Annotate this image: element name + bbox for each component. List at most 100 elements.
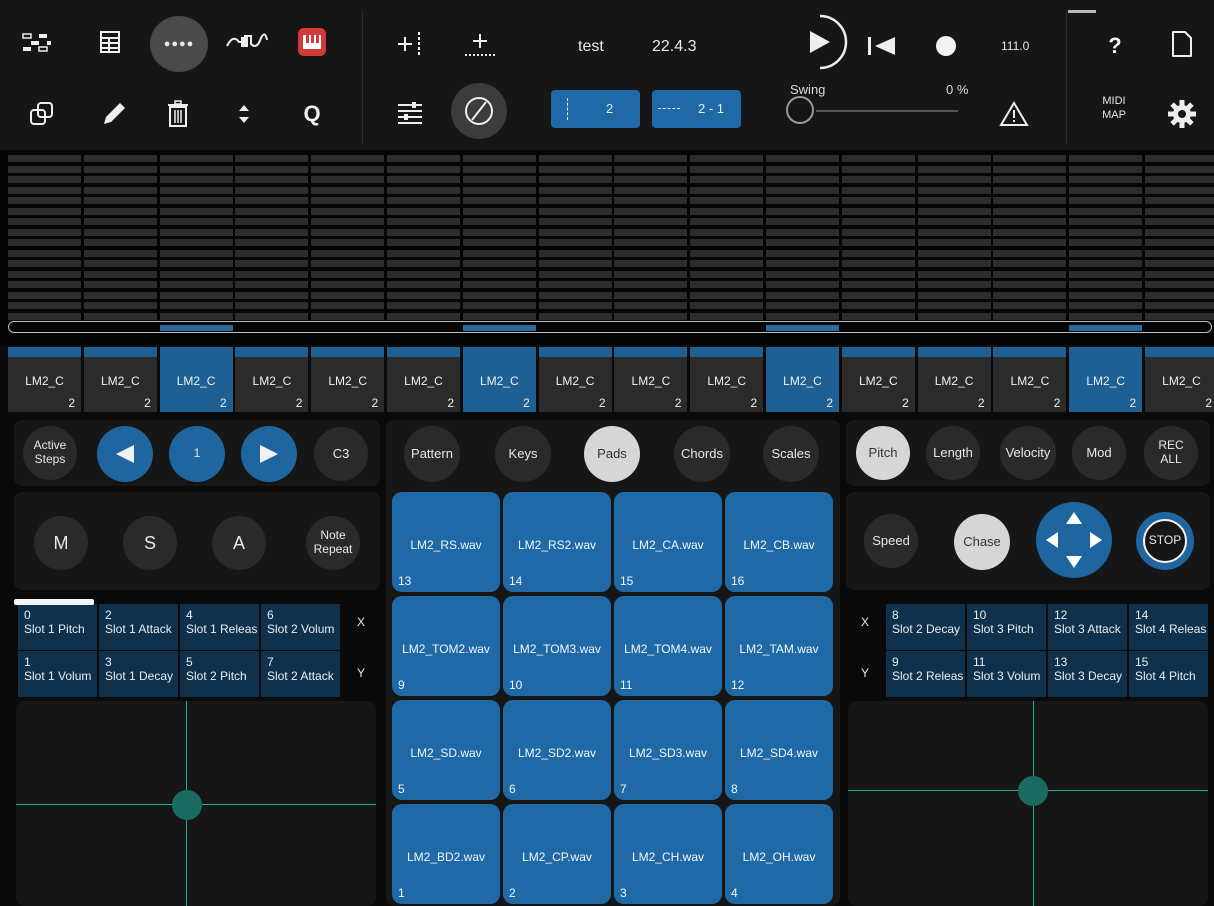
drum-pad[interactable]: LM2_SD4.wav 8	[725, 700, 833, 800]
drum-pad[interactable]: LM2_CP.wav 2	[503, 804, 611, 904]
meter-column[interactable]	[614, 150, 688, 345]
play-button[interactable]	[790, 12, 850, 72]
drum-pad[interactable]: LM2_RS2.wav 14	[503, 492, 611, 592]
param-slot[interactable]: 2 Slot 1 Attack	[99, 604, 178, 650]
meter-column[interactable]	[462, 150, 536, 345]
meter-column[interactable]	[8, 150, 81, 345]
meter-column[interactable]	[83, 150, 157, 345]
meter-column[interactable]	[235, 150, 309, 345]
param-slot[interactable]: 8 Slot 2 Decay	[886, 604, 965, 650]
drum-pad[interactable]: LM2_CB.wav 16	[725, 492, 833, 592]
param-slot[interactable]: 1 Slot 1 Volum	[18, 651, 97, 697]
meter-column[interactable]	[993, 150, 1067, 345]
drum-pad[interactable]: LM2_SD.wav 5	[392, 700, 500, 800]
pencil-icon[interactable]	[92, 92, 136, 136]
tab-pattern[interactable]: Pattern	[404, 426, 460, 482]
channel-strip[interactable]: LM2_C 2	[538, 347, 612, 412]
meter-column[interactable]	[311, 150, 385, 345]
meter-column[interactable]	[538, 150, 612, 345]
param-slot[interactable]: 5 Slot 2 Pitch	[180, 651, 259, 697]
speed-button[interactable]: Speed	[864, 514, 918, 568]
transpose-updown-icon[interactable]	[222, 92, 266, 136]
mute-button[interactable]: M	[34, 516, 88, 570]
channel-strip[interactable]: LM2_C 2	[841, 347, 915, 412]
mixer-list-icon[interactable]	[88, 20, 132, 64]
active-steps-button[interactable]: Active Steps	[23, 426, 77, 480]
drum-pad[interactable]: LM2_TOM2.wav 9	[392, 596, 500, 696]
tab-mod[interactable]: Mod	[1072, 426, 1126, 480]
param-slot[interactable]: 15 Slot 4 Pitch	[1129, 651, 1208, 697]
drum-pad[interactable]: LM2_TOM3.wav 10	[503, 596, 611, 696]
right-xy-pad[interactable]	[848, 701, 1208, 906]
duplicate-icon[interactable]	[20, 92, 64, 136]
tab-pads[interactable]: Pads	[584, 426, 640, 482]
param-slot[interactable]: 14 Slot 4 Releas	[1129, 604, 1208, 650]
gear-icon[interactable]	[1160, 92, 1204, 136]
meter-column[interactable]	[841, 150, 915, 345]
channel-strip[interactable]: LM2_C 2	[159, 347, 233, 412]
param-slot[interactable]: 13 Slot 3 Decay	[1048, 651, 1127, 697]
stop-button[interactable]: STOP	[1136, 512, 1194, 570]
channel-strip[interactable]: LM2_C 2	[766, 347, 839, 412]
right-xy-handle[interactable]	[1018, 776, 1048, 806]
trash-icon[interactable]	[156, 92, 200, 136]
channel-strip[interactable]: LM2_C 2	[993, 347, 1067, 412]
swing-slider-track[interactable]	[816, 110, 958, 112]
channel-strip[interactable]: LM2_C 2	[917, 347, 991, 412]
pattern-dots-button[interactable]: ●●●●	[150, 16, 208, 72]
tab-velocity[interactable]: Velocity	[1000, 426, 1056, 480]
channel-strip[interactable]: LM2_C 2	[235, 347, 309, 412]
length-selector[interactable]: 2 - 1	[652, 90, 741, 128]
metronome-button[interactable]	[451, 83, 507, 139]
solo-button[interactable]: S	[123, 516, 177, 570]
left-xy-handle[interactable]	[172, 790, 202, 820]
note-repeat-button[interactable]: Note Repeat	[306, 516, 360, 570]
tab-length[interactable]: Length	[926, 426, 980, 480]
meter-column[interactable]	[387, 150, 460, 345]
param-slot[interactable]: 6 Slot 2 Volum	[261, 604, 340, 650]
record-icon[interactable]	[924, 24, 968, 68]
param-slot[interactable]: 0 Slot 1 Pitch	[18, 604, 97, 650]
meter-column[interactable]	[159, 150, 233, 345]
param-slot[interactable]: 10 Slot 3 Pitch	[967, 604, 1046, 650]
song-name[interactable]: test	[578, 38, 604, 56]
channel-strip[interactable]: LM2_C 2	[690, 347, 764, 412]
channel-strip[interactable]: LM2_C 2	[387, 347, 460, 412]
param-slot[interactable]: 9 Slot 2 Releas	[886, 651, 965, 697]
add-track-icon[interactable]	[458, 22, 502, 66]
channel-strip[interactable]: LM2_C 2	[462, 347, 536, 412]
page-number[interactable]: 1	[169, 426, 225, 482]
param-slot[interactable]: 11 Slot 3 Volum	[967, 651, 1046, 697]
song-arrangement-icon[interactable]	[16, 20, 60, 64]
meter-column[interactable]	[690, 150, 764, 345]
drum-pad[interactable]: LM2_RS.wav 13	[392, 492, 500, 592]
warning-icon[interactable]	[992, 92, 1036, 136]
new-file-icon[interactable]	[1160, 22, 1204, 66]
arm-button[interactable]: A	[212, 516, 266, 570]
drum-pad[interactable]: LM2_SD3.wav 7	[614, 700, 722, 800]
automation-curve-icon[interactable]	[222, 20, 272, 64]
swing-slider-knob[interactable]	[786, 96, 814, 124]
meter-column[interactable]	[917, 150, 991, 345]
drum-pad[interactable]: LM2_BD2.wav 1	[392, 804, 500, 904]
grid-selector[interactable]: 2	[551, 90, 640, 128]
next-page-button[interactable]	[241, 426, 297, 482]
quantize-button[interactable]: Q	[290, 92, 334, 136]
drum-pad[interactable]: LM2_OH.wav 4	[725, 804, 833, 904]
drum-pad[interactable]: LM2_CH.wav 3	[614, 804, 722, 904]
param-slot[interactable]: 3 Slot 1 Decay	[99, 651, 178, 697]
help-button[interactable]: ?	[1093, 24, 1137, 68]
drum-pad[interactable]: LM2_SD2.wav 6	[503, 700, 611, 800]
direction-pad[interactable]	[1036, 502, 1112, 578]
drum-pad[interactable]: LM2_CA.wav 15	[614, 492, 722, 592]
drum-pad[interactable]: LM2_TOM4.wav 11	[614, 596, 722, 696]
channel-strip[interactable]: LM2_C 2	[1145, 347, 1214, 412]
channel-strip[interactable]: LM2_C 2	[614, 347, 688, 412]
tab-keys[interactable]: Keys	[495, 426, 551, 482]
prev-page-button[interactable]	[97, 426, 153, 482]
left-xy-pad[interactable]	[16, 701, 376, 906]
param-slot[interactable]: 4 Slot 1 Releas	[180, 604, 259, 650]
meter-column[interactable]	[1069, 150, 1143, 345]
tab-scales[interactable]: Scales	[763, 426, 819, 482]
add-marker-icon[interactable]	[388, 22, 432, 66]
